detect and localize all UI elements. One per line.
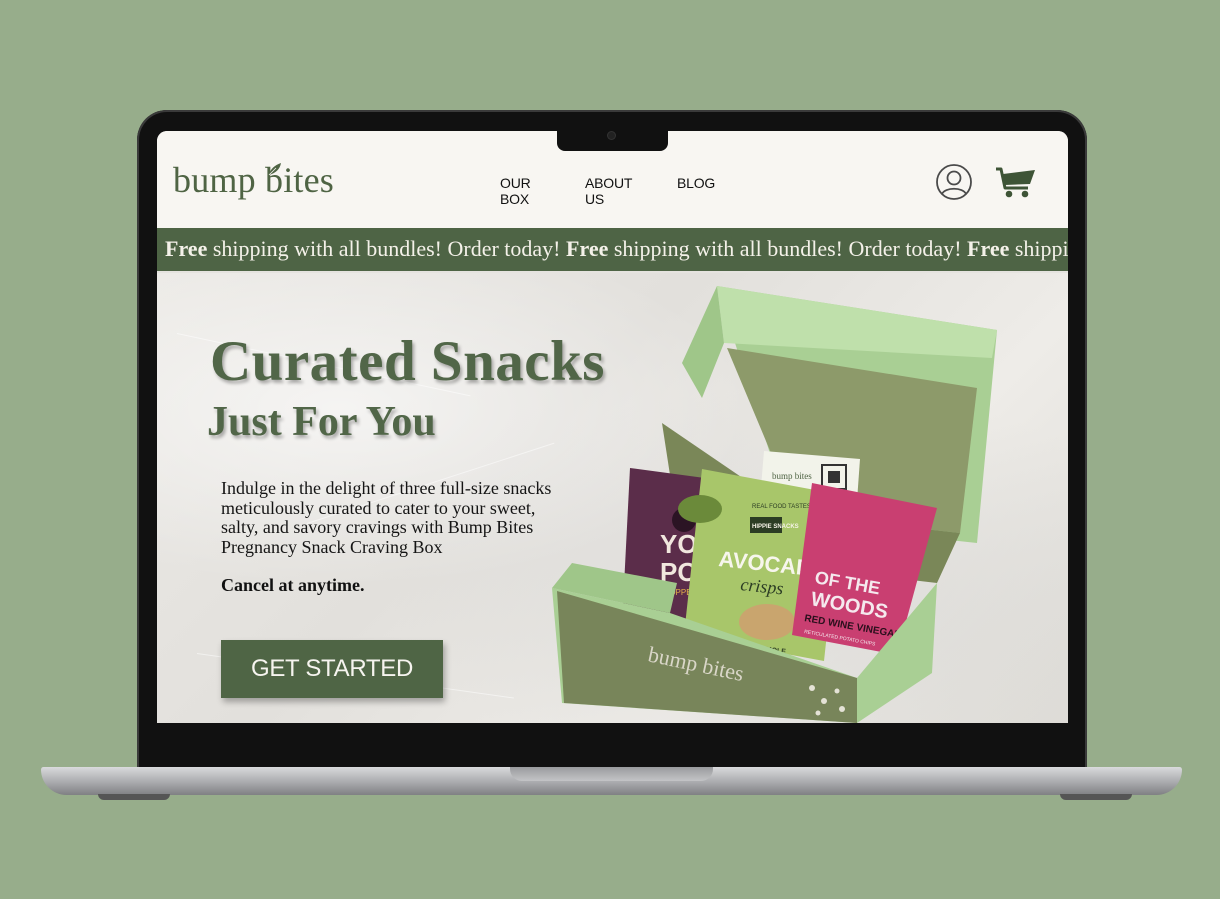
camera-icon: [608, 132, 615, 139]
cart-icon[interactable]: [995, 164, 1037, 200]
logo-text[interactable]: bump bites: [173, 159, 334, 201]
promo-rest: shipping with all bundles! Order today!: [1014, 236, 1068, 261]
get-started-button[interactable]: GET STARTED: [221, 640, 443, 698]
card-brand-text: bump bites: [772, 471, 812, 481]
laptop-screen: bump bites OUR BOX ABOUT US BLOG Free sh…: [157, 131, 1068, 723]
account-icon[interactable]: [935, 163, 973, 201]
promo-bold: Free: [165, 236, 208, 261]
promo-banner: Free shipping with all bundles! Order to…: [157, 228, 1068, 273]
nav-item-our-box[interactable]: OUR BOX: [500, 175, 531, 207]
hero-description: Indulge in the delight of three full-siz…: [221, 478, 552, 557]
scene: bump bites OUR BOX ABOUT US BLOG Free sh…: [0, 0, 1220, 899]
laptop-foot: [1060, 794, 1132, 800]
bag-avocado-badge: HIPPIE SNACKS: [752, 524, 799, 530]
nav-item-blog[interactable]: BLOG: [677, 175, 715, 191]
camera-notch: [557, 131, 668, 151]
nav-item-about-us[interactable]: ABOUT US: [585, 175, 632, 207]
hero-subtitle: Just For You: [207, 399, 436, 445]
snack-box-image: bump bites YOG POP POPPED REAL FOOD TAST…: [552, 286, 997, 723]
promo-text: Free shipping with all bundles! Order to…: [165, 236, 1068, 262]
promo-rest: shipping with all bundles! Order today!: [207, 236, 567, 261]
promo-bold: Free: [566, 236, 609, 261]
hero-section: Curated Snacks Just For You Indulge in t…: [157, 273, 1068, 723]
hero-title: Curated Snacks: [210, 330, 605, 393]
laptop-base-notch: [510, 767, 713, 781]
leaf-icon: [268, 163, 281, 176]
promo-rest: shipping with all bundles! Order today!: [608, 236, 968, 261]
hero-cancel-note: Cancel at anytime.: [221, 575, 365, 595]
promo-bold: Free: [967, 236, 1010, 261]
laptop-foot: [98, 794, 170, 800]
